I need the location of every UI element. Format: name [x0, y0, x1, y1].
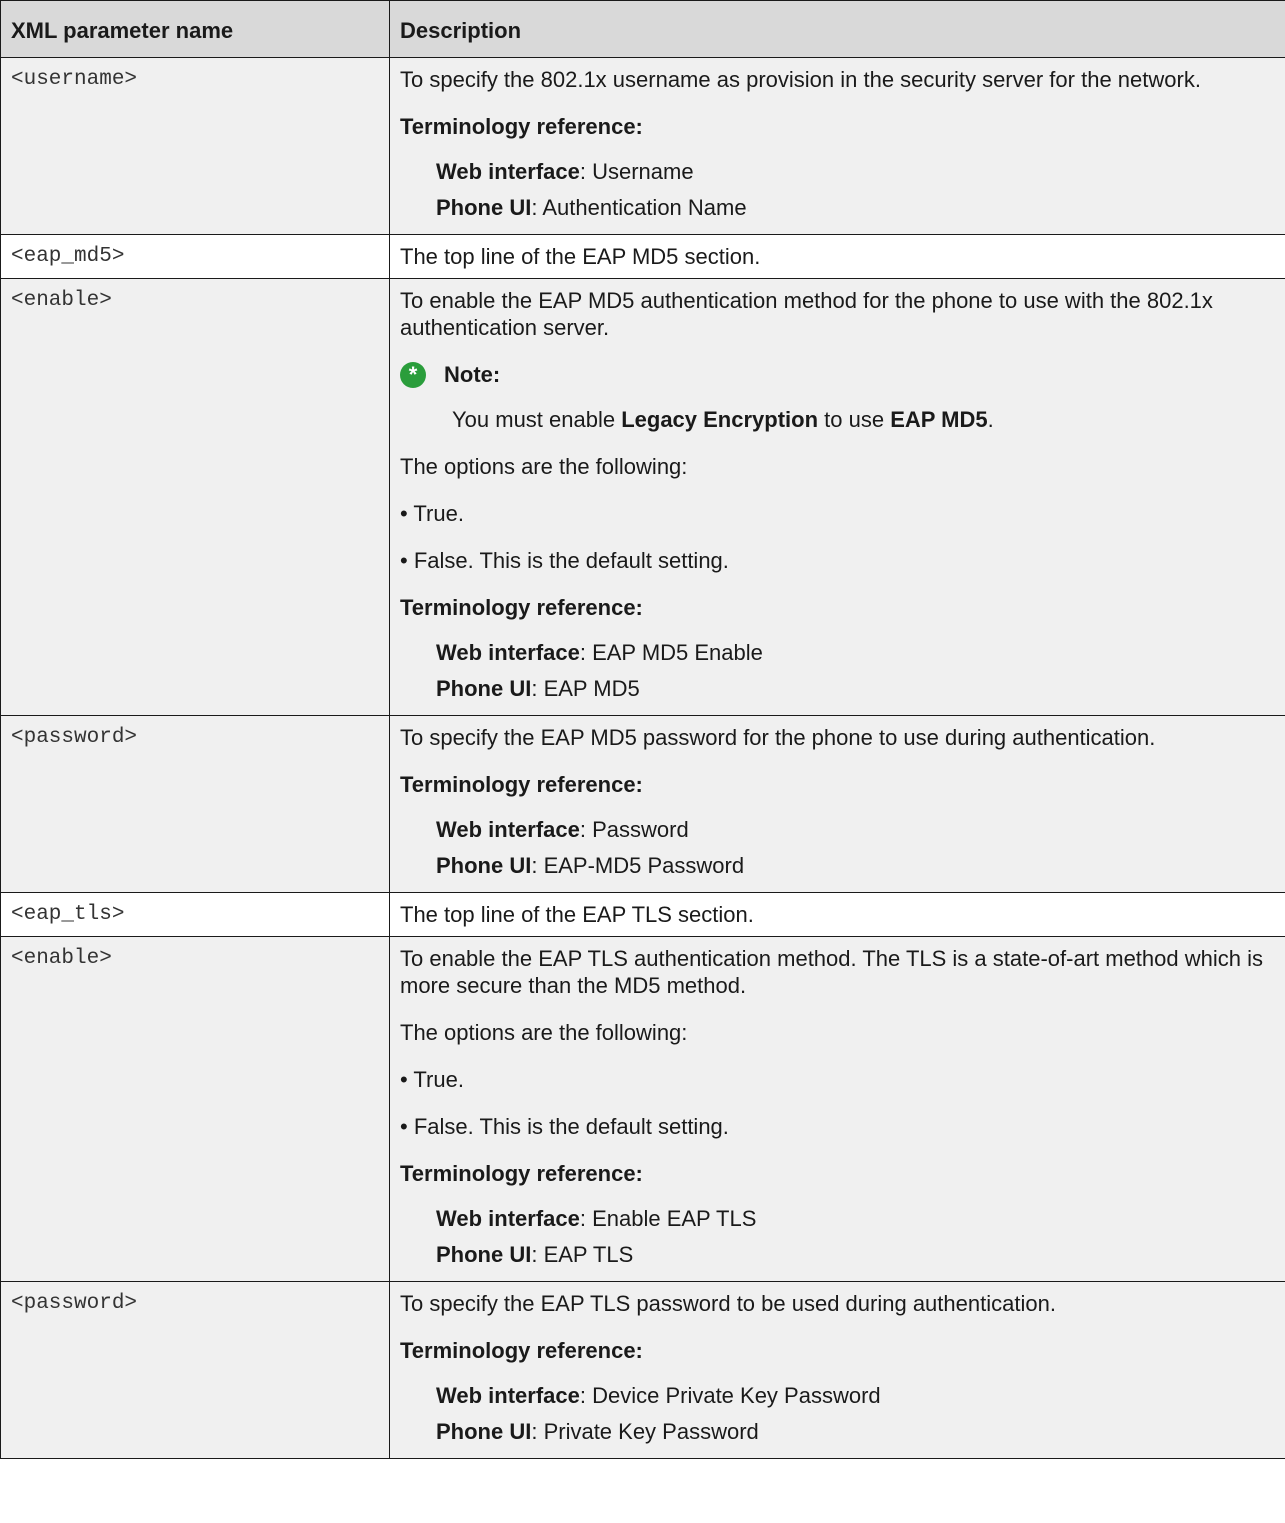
phone-ui-value: : Authentication Name: [531, 195, 747, 220]
table-row: <enable> To enable the EAP TLS authentic…: [0, 936, 1285, 1282]
header-param-name: XML parameter name: [0, 0, 390, 58]
terminology-heading: Terminology reference:: [400, 595, 643, 620]
phone-ui-value: : EAP MD5: [531, 676, 640, 701]
terminology-heading: Terminology reference:: [400, 772, 643, 797]
terminology-block: Web interface: Username Phone UI: Authen…: [400, 154, 1275, 226]
table-row: <username> To specify the 802.1x usernam…: [0, 57, 1285, 235]
terminology-block: Web interface: Password Phone UI: EAP-MD…: [400, 812, 1275, 884]
param-name: <password>: [0, 715, 390, 893]
note-bold-term: Legacy Encryption: [621, 407, 819, 432]
note-heading: * Note:: [400, 361, 1275, 388]
option-item: • True.: [400, 501, 464, 526]
param-description: To specify the 802.1x username as provis…: [389, 57, 1285, 235]
web-interface-value: : Password: [579, 817, 689, 842]
option-item: • True.: [400, 1067, 464, 1092]
terminology-heading: Terminology reference:: [400, 1338, 643, 1363]
note-body: You must enable Legacy Encryption to use…: [400, 406, 1275, 433]
table-row: <enable> To enable the EAP MD5 authentic…: [0, 278, 1285, 716]
web-interface-label: Web interface: [436, 817, 580, 842]
description-text: To enable the EAP TLS authentication met…: [400, 946, 1263, 998]
param-name: <eap_tls>: [0, 892, 390, 937]
web-interface-label: Web interface: [436, 1383, 580, 1408]
param-description: The top line of the EAP TLS section.: [389, 892, 1285, 937]
header-description: Description: [389, 0, 1285, 58]
note-text: .: [987, 407, 994, 432]
option-item: • False. This is the default setting.: [400, 548, 729, 573]
table-header-row: XML parameter name Description: [0, 0, 1285, 58]
web-interface-value: : Enable EAP TLS: [579, 1206, 757, 1231]
param-description: To specify the EAP MD5 password for the …: [389, 715, 1285, 893]
phone-ui-label: Phone UI: [436, 195, 532, 220]
table-row: <eap_md5> The top line of the EAP MD5 se…: [0, 234, 1285, 279]
note-label: Note:: [444, 362, 501, 387]
options-intro: The options are the following:: [400, 454, 688, 479]
phone-ui-label: Phone UI: [436, 1242, 532, 1267]
description-text: To specify the EAP TLS password to be us…: [400, 1291, 1056, 1316]
web-interface-label: Web interface: [436, 1206, 580, 1231]
terminology-heading: Terminology reference:: [400, 1161, 643, 1186]
description-text: The top line of the EAP TLS section.: [400, 902, 754, 927]
note-bold-term: EAP MD5: [890, 407, 988, 432]
web-interface-value: : Username: [579, 159, 694, 184]
table-row: <eap_tls> The top line of the EAP TLS se…: [0, 892, 1285, 937]
phone-ui-value: : Private Key Password: [531, 1419, 759, 1444]
table-row: <password> To specify the EAP TLS passwo…: [0, 1281, 1285, 1459]
terminology-block: Web interface: EAP MD5 Enable Phone UI: …: [400, 635, 1275, 707]
param-name: <username>: [0, 57, 390, 235]
param-name: <eap_md5>: [0, 234, 390, 279]
param-name: <password>: [0, 1281, 390, 1459]
option-item: • False. This is the default setting.: [400, 1114, 729, 1139]
phone-ui-value: : EAP-MD5 Password: [531, 853, 745, 878]
description-text: To specify the EAP MD5 password for the …: [400, 725, 1156, 750]
phone-ui-label: Phone UI: [436, 676, 532, 701]
terminology-heading: Terminology reference:: [400, 114, 643, 139]
param-description: The top line of the EAP MD5 section.: [389, 234, 1285, 279]
terminology-block: Web interface: Enable EAP TLS Phone UI: …: [400, 1201, 1275, 1273]
web-interface-value: : EAP MD5 Enable: [579, 640, 763, 665]
description-text: The top line of the EAP MD5 section.: [400, 244, 761, 269]
terminology-block: Web interface: Device Private Key Passwo…: [400, 1378, 1275, 1450]
options-intro: The options are the following:: [400, 1020, 688, 1045]
web-interface-value: : Device Private Key Password: [579, 1383, 881, 1408]
parameter-table: XML parameter name Description <username…: [0, 0, 1285, 1459]
description-text: To specify the 802.1x username as provis…: [400, 67, 1201, 92]
param-description: To enable the EAP MD5 authentication met…: [389, 278, 1285, 716]
note-text: You must enable: [452, 407, 622, 432]
param-name: <enable>: [0, 936, 390, 1282]
note-text: to use: [818, 407, 891, 432]
phone-ui-value: : EAP TLS: [531, 1242, 634, 1267]
web-interface-label: Web interface: [436, 640, 580, 665]
note-star-icon: *: [400, 361, 426, 388]
param-name: <enable>: [0, 278, 390, 716]
phone-ui-label: Phone UI: [436, 1419, 532, 1444]
table-row: <password> To specify the EAP MD5 passwo…: [0, 715, 1285, 893]
phone-ui-label: Phone UI: [436, 853, 532, 878]
description-text: To enable the EAP MD5 authentication met…: [400, 288, 1213, 340]
web-interface-label: Web interface: [436, 159, 580, 184]
param-description: To enable the EAP TLS authentication met…: [389, 936, 1285, 1282]
param-description: To specify the EAP TLS password to be us…: [389, 1281, 1285, 1459]
